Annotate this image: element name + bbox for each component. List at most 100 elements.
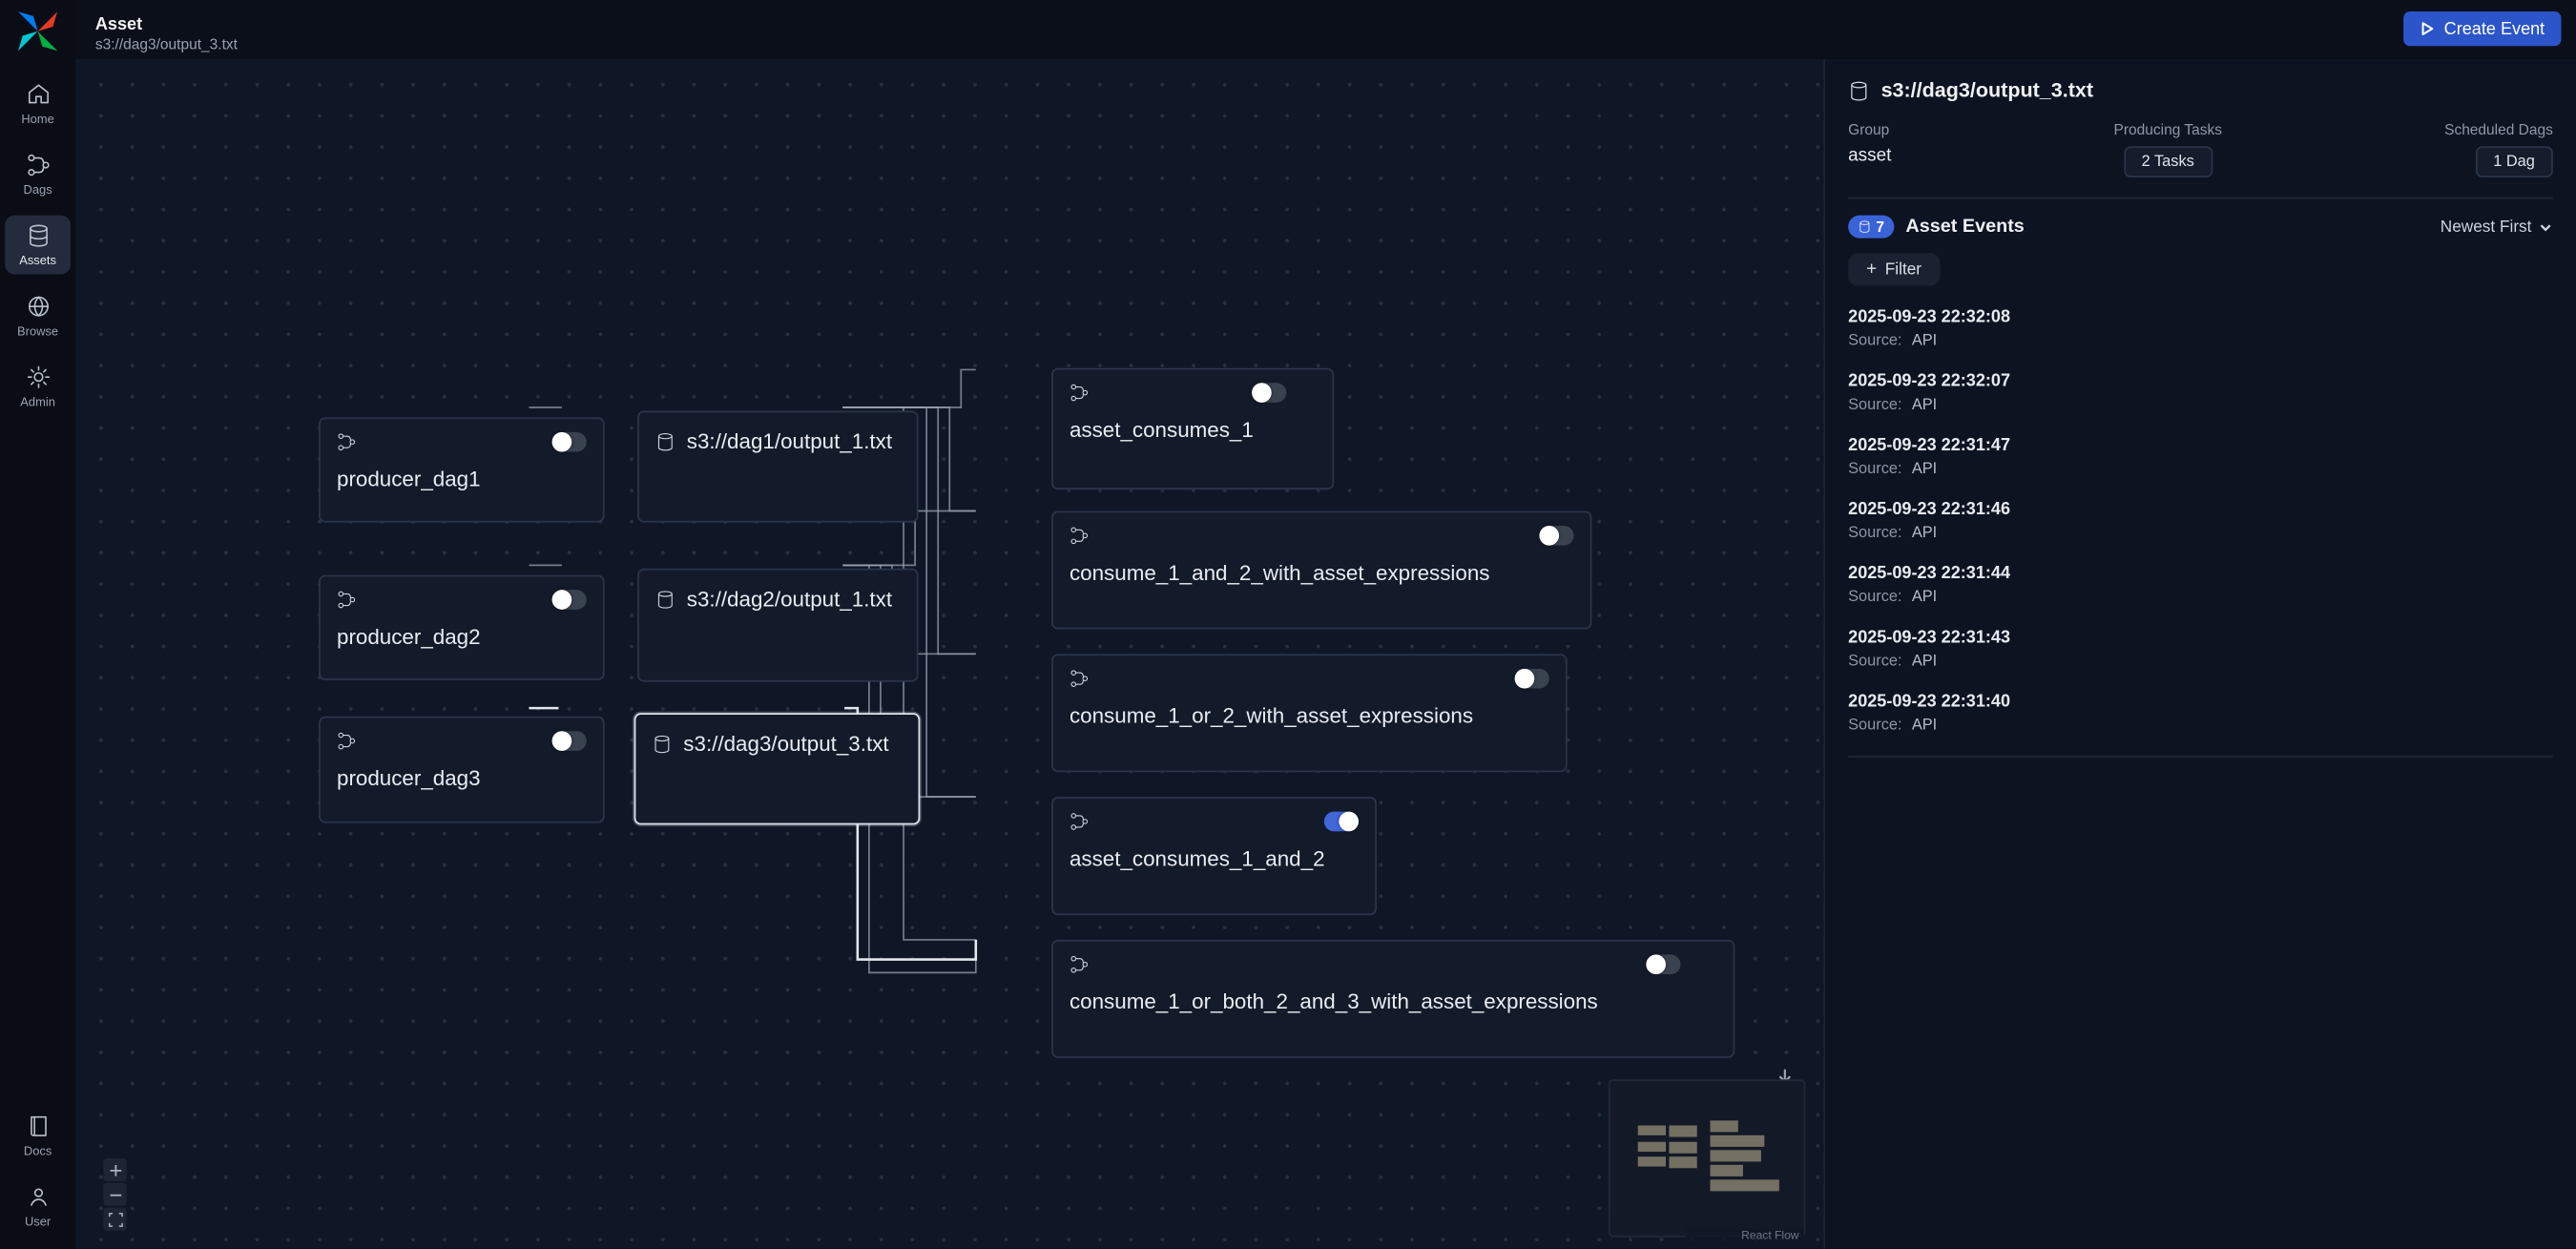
panel-title: s3://dag3/output_3.txt [1881,79,2093,102]
sidebar-item-home[interactable]: Home [5,73,71,133]
sidebar-item-label: Browse [17,323,58,338]
zoom-in-button[interactable] [103,1158,126,1181]
event-count: 7 [1876,219,1884,235]
source-label: Source: [1848,653,1901,671]
asset-event-row: 2025-09-23 22:32:08 Source:API [1848,307,2553,350]
node-label: consume_1_or_both_2_and_3_with_asset_exp… [1070,989,1716,1014]
dag-icon [337,590,357,610]
sidebar-item-label: Home [21,112,53,126]
chevron-down-icon [2538,219,2552,234]
graph-node-asset-consumes-1[interactable]: asset_consumes_1 [1051,368,1334,489]
dag-pause-toggle[interactable] [1515,669,1549,689]
source-label: Source: [1848,588,1901,606]
graph-node-asset-dag1-output1[interactable]: s3://dag1/output_1.txt [637,410,918,522]
node-label: asset_consumes_1 [1070,417,1316,442]
dag-icon [1070,669,1090,689]
asset-events-title: Asset Events [1905,217,2024,237]
breadcrumb-subtitle: s3://dag3/output_3.txt [95,36,238,52]
assets-icon [26,223,51,248]
sidebar-item-assets[interactable]: Assets [5,216,71,275]
stat-label: Scheduled Dags [2444,121,2553,137]
user-icon [26,1184,51,1209]
node-label: s3://dag3/output_3.txt [683,731,888,756]
sidebar-item-browse[interactable]: Browse [5,286,71,345]
graph-node-asset-dag3-output3-selected[interactable]: s3://dag3/output_3.txt [634,713,921,824]
asset-stats: Group asset Producing Tasks 2 Tasks Sche… [1848,121,2553,177]
asset-details-panel: s3://dag3/output_3.txt Group asset Produ… [1823,59,2576,1249]
graph-node-producer-dag2[interactable]: producer_dag2 [319,575,605,680]
filter-button[interactable]: + Filter [1848,253,1940,285]
divider [1848,198,2553,199]
event-timestamp: 2025-09-23 22:32:08 [1848,307,2553,327]
graph-node-asset-consumes-1-and-2[interactable]: asset_consumes_1_and_2 [1051,797,1377,915]
dag-icon [1070,383,1090,403]
event-timestamp: 2025-09-23 22:31:47 [1848,435,2553,455]
source-value: API [1912,460,1937,478]
breadcrumb-title: Asset [95,14,142,34]
create-event-button[interactable]: Create Event [2403,11,2562,46]
dag-pause-toggle[interactable] [552,590,587,610]
graph-node-consume-1-or-2[interactable]: consume_1_or_2_with_asset_expressions [1051,654,1568,772]
source-value: API [1912,653,1937,671]
asset-event-row: 2025-09-23 22:31:43 Source:API [1848,628,2553,671]
event-timestamp: 2025-09-23 22:31:44 [1848,564,2553,584]
stat-value-producing-tasks[interactable]: 2 Tasks [2124,146,2212,177]
asset-events-list: 2025-09-23 22:32:08 Source:API 2025-09-2… [1848,307,2553,758]
fit-view-icon [108,1212,122,1226]
asset-events-header: 7 Asset Events Newest First [1848,216,2553,239]
source-value: API [1912,332,1937,350]
graph-node-consume-1-or-both-2-and-3[interactable]: consume_1_or_both_2_and_3_with_asset_exp… [1051,940,1735,1058]
dag-pause-toggle[interactable] [552,432,587,452]
node-label: producer_dag2 [337,624,587,649]
dag-pause-toggle[interactable] [1252,383,1286,403]
sidebar-item-label: User [25,1214,51,1228]
database-icon [655,589,675,609]
dags-icon [26,153,51,177]
stat-label: Group [1848,121,1891,137]
zoom-out-button[interactable] [103,1183,126,1206]
asset-graph-canvas[interactable]: producer_dag1 s3://dag1/output_1.txt pro… [75,59,1823,1249]
canvas-controls [103,1158,126,1231]
dag-icon [1070,812,1090,832]
sort-value: Newest First [2441,218,2532,236]
minus-icon [108,1187,122,1201]
dag-pause-toggle[interactable] [1646,954,1680,974]
stat-value-group: asset [1848,146,1891,166]
dag-icon [1070,526,1090,546]
node-label: s3://dag2/output_1.txt [687,587,892,612]
dag-icon [337,731,357,751]
dag-pause-toggle[interactable] [1539,526,1573,546]
sidebar-item-user[interactable]: User [5,1176,71,1236]
sidebar-item-admin[interactable]: Admin [5,357,71,416]
sidebar-item-label: Dags [24,182,52,197]
graph-node-consume-1-and-2[interactable]: consume_1_and_2_with_asset_expressions [1051,511,1592,630]
sidebar-item-dags[interactable]: Dags [5,145,71,204]
event-timestamp: 2025-09-23 22:32:07 [1848,371,2553,391]
database-icon [653,734,673,754]
play-icon [2420,21,2434,35]
database-icon [1848,80,1869,101]
source-value: API [1912,524,1937,542]
graph-node-producer-dag1[interactable]: producer_dag1 [319,417,605,522]
graph-node-producer-dag3[interactable]: producer_dag3 [319,717,605,823]
sidebar-item-docs[interactable]: Docs [5,1106,71,1165]
airflow-logo-icon [16,10,59,52]
sort-dropdown[interactable]: Newest First [2441,218,2553,236]
dag-pause-toggle[interactable] [1324,812,1359,832]
dag-icon [337,432,357,452]
minimap[interactable] [1610,1081,1803,1236]
sidebar-item-label: Assets [19,253,56,267]
node-label: consume_1_and_2_with_asset_expressions [1070,560,1574,585]
event-timestamp: 2025-09-23 22:31:40 [1848,692,2553,712]
event-count-badge: 7 [1848,216,1894,239]
source-value: API [1912,588,1937,606]
node-label: asset_consumes_1_and_2 [1070,846,1359,871]
fit-view-button[interactable] [103,1208,126,1231]
reactflow-attribution: React Flow [1686,1229,1804,1243]
graph-node-asset-dag2-output1[interactable]: s3://dag2/output_1.txt [637,569,918,682]
admin-gear-icon [26,364,51,389]
dag-pause-toggle[interactable] [552,731,587,751]
sidebar-item-label: Admin [20,394,55,408]
stat-value-scheduled-dags[interactable]: 1 Dag [2475,146,2553,177]
sidebar-item-label: Docs [24,1143,52,1157]
